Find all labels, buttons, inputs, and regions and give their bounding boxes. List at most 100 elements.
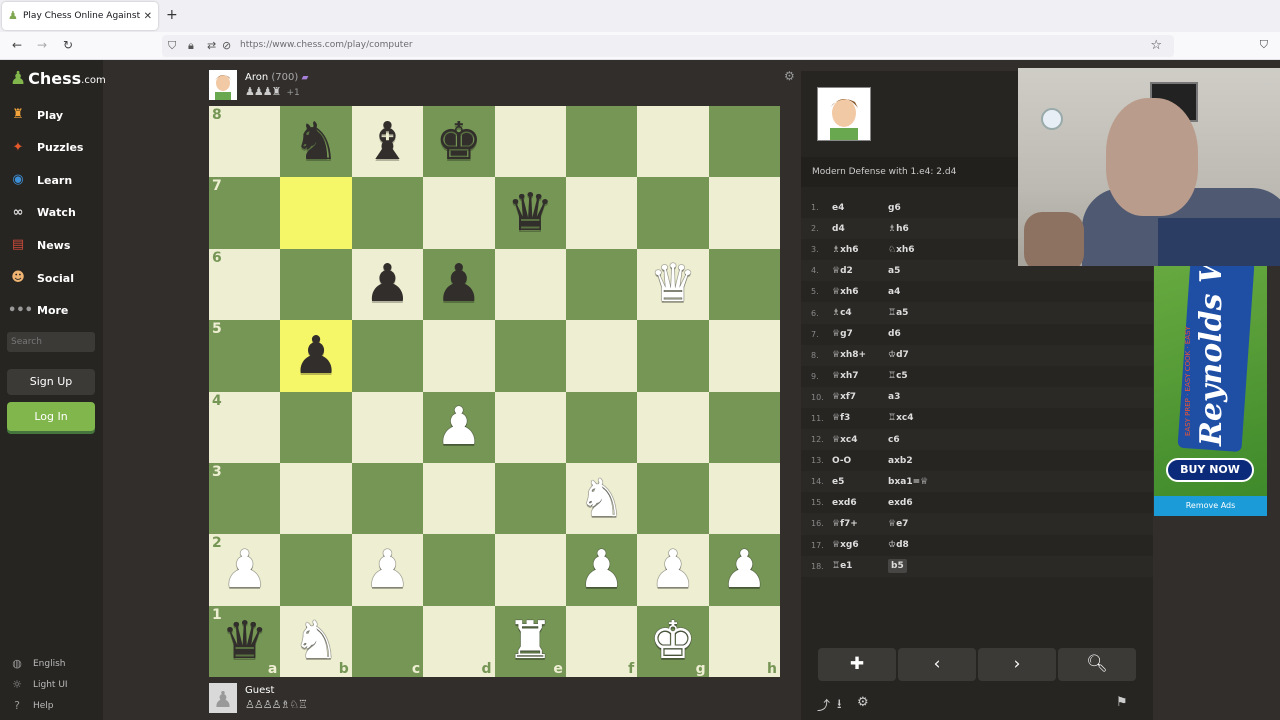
black-move[interactable]: exd6 <box>888 498 944 508</box>
pocket-icon[interactable]: ⛉ <box>1260 38 1268 52</box>
white-move[interactable]: ♕xh7 <box>832 371 888 381</box>
square-c1[interactable]: c <box>351 605 424 677</box>
previous-move-button[interactable]: ‹ <box>898 648 976 681</box>
chess-logo[interactable]: ♟ Chess .com <box>10 68 106 89</box>
black-move[interactable]: ♕e7 <box>888 519 944 529</box>
sidebar-item-play[interactable]: ♜ Play <box>8 105 63 125</box>
square-c7[interactable] <box>351 177 424 249</box>
square-a8[interactable]: 8 <box>209 106 281 178</box>
blocked-icon[interactable]: ⊘ <box>222 39 231 52</box>
square-f3[interactable]: ♞ <box>565 462 638 535</box>
square-f5[interactable] <box>565 320 638 392</box>
new-tab-icon[interactable]: + <box>166 7 178 23</box>
square-e6[interactable] <box>494 248 566 321</box>
square-b3[interactable] <box>280 462 352 535</box>
square-f8[interactable] <box>565 106 638 178</box>
square-d5[interactable] <box>423 320 495 392</box>
square-g5[interactable] <box>637 320 709 392</box>
footer-light-ui[interactable]: ☼ Light UI <box>10 678 68 691</box>
white-pawn-piece[interactable]: ♟ <box>578 544 625 596</box>
sidebar-item-more[interactable]: ••• More <box>8 301 68 321</box>
black-move[interactable]: a4 <box>888 287 944 297</box>
black-pawn-piece[interactable]: ♟ <box>293 330 340 382</box>
square-h6[interactable] <box>708 248 780 321</box>
resign-flag-icon[interactable]: ⚑ <box>1116 695 1128 710</box>
white-knight-piece[interactable]: ♞ <box>578 473 625 525</box>
square-g8[interactable] <box>637 106 709 178</box>
square-f4[interactable] <box>565 391 638 463</box>
opponent-name[interactable]: Aron <box>245 72 268 83</box>
square-b2[interactable] <box>280 534 352 606</box>
square-f6[interactable] <box>565 248 638 321</box>
white-pawn-piece[interactable]: ♟ <box>650 544 697 596</box>
square-c2[interactable]: ♟ <box>351 534 424 606</box>
black-queen-piece[interactable]: ♛ <box>507 187 554 239</box>
square-b8[interactable]: ♞ <box>280 106 352 178</box>
new-game-button[interactable]: ✚ <box>818 648 896 681</box>
square-a4[interactable]: 4 <box>209 391 281 463</box>
black-move[interactable]: b5 <box>888 559 907 574</box>
white-move[interactable]: ♕f7+ <box>832 519 888 529</box>
black-move[interactable]: c6 <box>888 435 944 445</box>
square-e3[interactable] <box>494 462 566 535</box>
square-g2[interactable]: ♟ <box>637 534 709 606</box>
white-move[interactable]: e4 <box>832 203 888 213</box>
square-e2[interactable] <box>494 534 566 606</box>
black-move[interactable]: ♔d8 <box>888 540 944 550</box>
address-bar[interactable]: ⛉ 🔒︎ ⇄ ⊘ https://www.chess.com/play/comp… <box>162 35 1174 57</box>
white-king-piece[interactable]: ♚ <box>650 615 697 667</box>
white-move[interactable]: ♕xg6 <box>832 540 888 550</box>
square-d4[interactable]: ♟ <box>423 391 495 463</box>
footer-help[interactable]: ? Help <box>10 699 53 712</box>
sidebar-item-news[interactable]: ▤ News <box>8 235 71 255</box>
white-pawn-piece[interactable]: ♟ <box>221 544 268 596</box>
square-e4[interactable] <box>494 391 566 463</box>
white-move[interactable]: ♕xc4 <box>832 435 888 445</box>
black-king-piece[interactable]: ♚ <box>436 116 483 168</box>
white-rook-piece[interactable]: ♜ <box>507 615 554 667</box>
black-move[interactable]: bxa1=♕ <box>888 477 944 487</box>
browser-tab[interactable]: ♟ Play Chess Online Against the C ✕ <box>2 2 158 30</box>
white-move[interactable]: ♕d2 <box>832 266 888 276</box>
close-tab-icon[interactable]: ✕ <box>144 11 152 22</box>
permissions-icon[interactable]: ⇄ <box>207 39 216 52</box>
shield-icon[interactable]: ⛉ <box>168 39 176 53</box>
square-b5[interactable]: ♟ <box>280 320 352 392</box>
square-c6[interactable]: ♟ <box>351 248 424 321</box>
black-move[interactable]: ♔d7 <box>888 350 944 360</box>
white-move[interactable]: O-O <box>832 456 888 466</box>
sidebar-item-puzzles[interactable]: ✦ Puzzles <box>8 138 84 158</box>
square-c5[interactable] <box>351 320 424 392</box>
black-move[interactable]: ♖xc4 <box>888 413 944 423</box>
player-name[interactable]: Guest <box>245 685 274 696</box>
analysis-button[interactable]: 🔍︎ <box>1058 648 1136 681</box>
square-h7[interactable] <box>708 177 780 249</box>
player-avatar[interactable]: ♟ <box>209 683 237 713</box>
white-queen-piece[interactable]: ♛ <box>650 258 697 310</box>
white-move[interactable]: ♖e1 <box>832 561 888 571</box>
square-g4[interactable] <box>637 391 709 463</box>
square-c8[interactable]: ♝ <box>351 106 424 178</box>
share-icon[interactable]: ⤴ <box>817 695 830 714</box>
sidebar-item-social[interactable]: ☻ Social <box>8 268 74 288</box>
square-f1[interactable]: f <box>565 605 638 677</box>
square-g6[interactable]: ♛ <box>637 248 709 321</box>
black-move[interactable]: a3 <box>888 392 944 402</box>
square-f7[interactable] <box>565 177 638 249</box>
white-move[interactable]: ♕xh6 <box>832 287 888 297</box>
square-h1[interactable]: h <box>708 605 780 677</box>
square-d7[interactable] <box>423 177 495 249</box>
white-move[interactable]: d4 <box>832 224 888 234</box>
reload-icon[interactable]: ↻ <box>60 38 76 52</box>
square-d6[interactable]: ♟ <box>423 248 495 321</box>
square-a6[interactable]: 6 <box>209 248 281 321</box>
square-a1[interactable]: 1 a ♛ <box>209 605 281 677</box>
square-g3[interactable] <box>637 462 709 535</box>
square-e1[interactable]: e ♜ <box>494 605 566 677</box>
square-b4[interactable] <box>280 391 352 463</box>
sidebar-item-watch[interactable]: ∞ Watch <box>8 203 76 223</box>
forward-icon[interactable]: → <box>34 38 50 52</box>
black-move[interactable]: ♘xh6 <box>888 245 944 255</box>
square-e5[interactable] <box>494 320 566 392</box>
square-a5[interactable]: 5 <box>209 320 281 392</box>
